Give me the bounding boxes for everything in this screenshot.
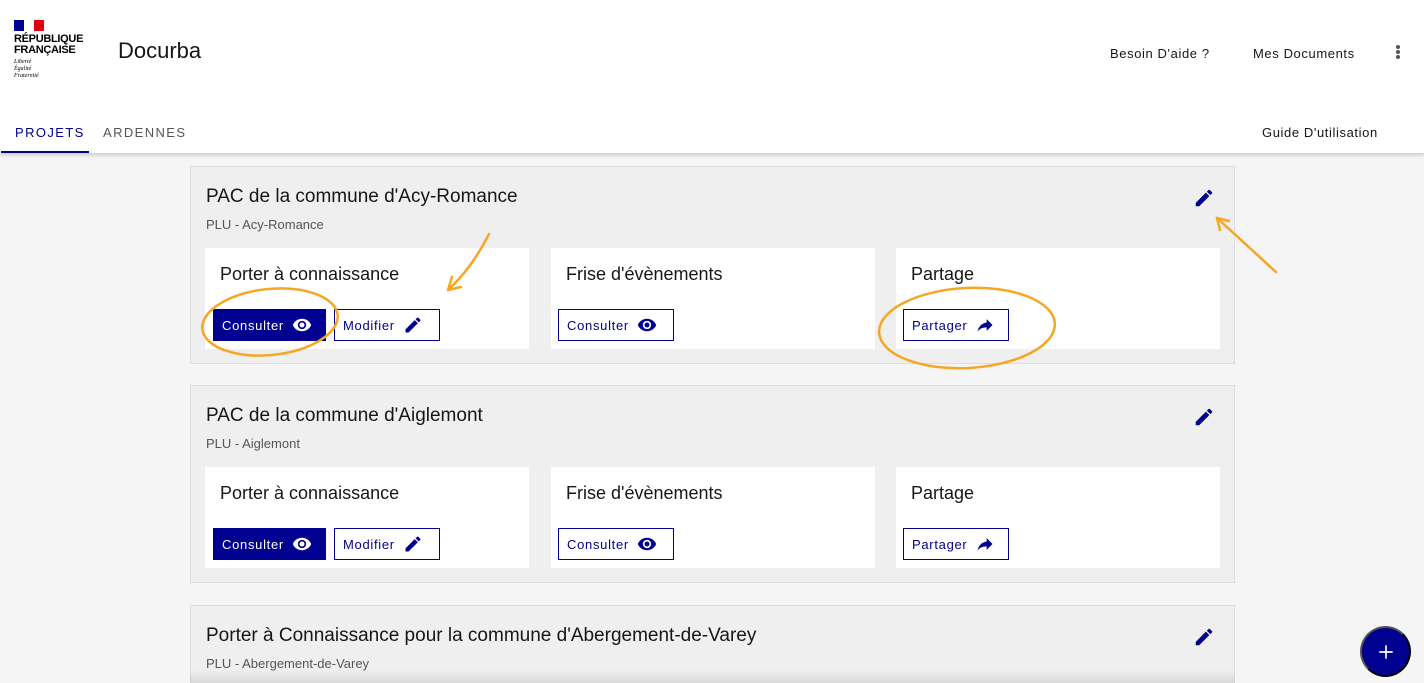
kebab-menu-icon[interactable] xyxy=(1390,43,1406,61)
logo-line-2: Française xyxy=(14,44,76,56)
eye-icon xyxy=(637,537,657,551)
logo-motto: Liberté Égalité Fraternité xyxy=(14,59,39,79)
frise-evenements-box: Frise d'évènements Consulter xyxy=(551,248,875,349)
scroll-shadow xyxy=(190,670,1235,683)
project-subtitle: PLU - Abergement-de-Varey xyxy=(206,656,370,671)
consult-frise-button[interactable]: Consulter xyxy=(558,309,674,341)
consult-frise-button[interactable]: Consulter xyxy=(558,528,674,560)
user-guide-link[interactable]: Guide D'utilisation xyxy=(1262,125,1378,140)
tab-projets[interactable]: PROJETS xyxy=(1,114,89,153)
pencil-icon xyxy=(405,536,421,552)
box-title: Frise d'évènements xyxy=(566,264,723,284)
pencil-icon[interactable] xyxy=(1193,406,1215,428)
consult-pac-button[interactable]: Consulter xyxy=(213,309,326,341)
modify-pac-button[interactable]: Modifier xyxy=(334,528,440,560)
project-title: PAC de la commune d'Aiglemont xyxy=(206,405,483,426)
box-title: Partage xyxy=(911,264,975,284)
eye-icon xyxy=(292,537,312,551)
box-title: Porter à connaissance xyxy=(220,264,400,284)
republique-francaise-logo[interactable]: République Française Liberté Égalité Fra… xyxy=(14,20,88,80)
porter-a-connaissance-box: Porter à connaissance Consulter Modifier xyxy=(205,248,529,349)
site-header: République Française Liberté Égalité Fra… xyxy=(0,0,1424,153)
box-title: Frise d'évènements xyxy=(566,483,723,503)
project-title: PAC de la commune d'Acy-Romance xyxy=(206,186,518,207)
project-subtitle: PLU - Acy-Romance xyxy=(206,217,324,232)
pencil-icon[interactable] xyxy=(1193,626,1215,648)
add-project-button[interactable] xyxy=(1360,626,1411,677)
project-title: Porter à Connaissance pour la commune d'… xyxy=(206,625,757,646)
plus-icon xyxy=(1378,644,1393,659)
pencil-icon[interactable] xyxy=(1193,187,1215,209)
share-arrow-icon xyxy=(977,319,993,332)
frise-evenements-box: Frise d'évènements Consulter xyxy=(551,467,875,568)
app-title[interactable]: Docurba xyxy=(118,38,201,64)
my-documents-link[interactable]: Mes Documents xyxy=(1253,46,1355,61)
box-title: Porter à connaissance xyxy=(220,483,400,503)
share-button[interactable]: Partager xyxy=(903,309,1009,341)
tab-ardennes[interactable]: ARDENNES xyxy=(89,114,200,153)
share-arrow-icon xyxy=(977,538,993,551)
project-card: PAC de la commune d'Acy-Romance PLU - Ac… xyxy=(190,166,1235,364)
porter-a-connaissance-box: Porter à connaissance Consulter Modifier xyxy=(205,467,529,568)
consult-pac-button[interactable]: Consulter xyxy=(213,528,326,560)
eye-icon xyxy=(637,318,657,332)
eye-icon xyxy=(292,318,312,332)
partage-box: Partage Partager xyxy=(896,248,1220,349)
pencil-icon xyxy=(405,317,421,333)
partage-box: Partage Partager xyxy=(896,467,1220,568)
modify-pac-button[interactable]: Modifier xyxy=(334,309,440,341)
share-button[interactable]: Partager xyxy=(903,528,1009,560)
help-link[interactable]: Besoin D'aide ? xyxy=(1110,46,1210,61)
project-card: PAC de la commune d'Aiglemont PLU - Aigl… xyxy=(190,385,1235,583)
project-subtitle: PLU - Aiglemont xyxy=(206,436,300,451)
french-flag-icon xyxy=(14,20,44,31)
box-title: Partage xyxy=(911,483,975,503)
